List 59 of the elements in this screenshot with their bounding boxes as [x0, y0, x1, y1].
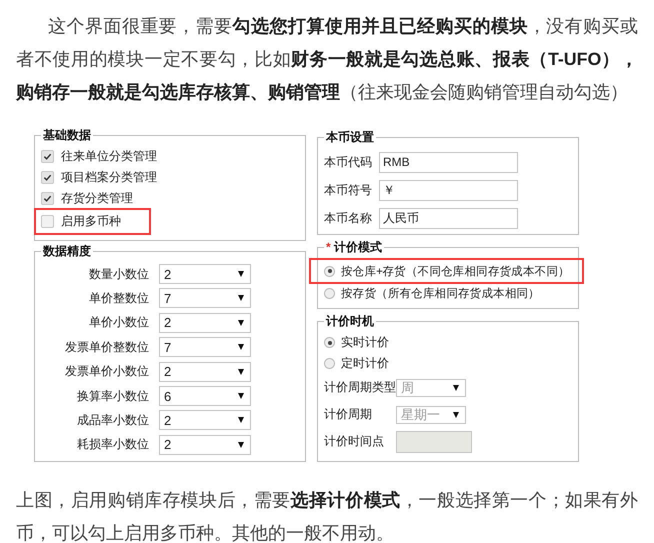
- field-label: 计价周期: [324, 406, 373, 423]
- input-field[interactable]: RMB: [379, 152, 518, 172]
- dropdown[interactable]: 6: [159, 386, 251, 406]
- dropdown[interactable]: 2: [159, 434, 251, 455]
- dropdown-arrow-icon: [238, 417, 244, 424]
- checkbox[interactable]: [41, 192, 54, 205]
- section-title: 计价时机: [324, 313, 375, 330]
- field-label: 换算率小数位: [76, 388, 149, 405]
- field-label: 发票单价整数位: [64, 338, 149, 356]
- dropdown-arrow-icon: [238, 442, 244, 448]
- paragraph: 这个界面很重要，需要勾选您打算使用并且已经购买的模块，没有购买或者不使用的模块一定不要勾，比如财务一般就是勾选总账、报表（T-UFO），购销存一般就是勾选库存核算、购销管理（往来现金会随购销管理自动勾选）: [16, 15, 638, 104]
- radio-label: 实时计价: [341, 334, 389, 351]
- checkbox-label: 存货分类管理: [61, 190, 133, 207]
- radio-label: 按仓库+存货（不同仓库相同存货成本不同）: [341, 264, 570, 278]
- checkbox[interactable]: [41, 215, 54, 228]
- radio-button[interactable]: [324, 288, 335, 299]
- dropdown-arrow-icon: [238, 393, 244, 400]
- field-label: 耗损率小数位: [76, 436, 149, 454]
- dropdown-arrow-icon: [238, 320, 244, 326]
- dropdown-arrow-icon: [238, 344, 244, 350]
- field-label: 数量小数位: [88, 266, 149, 283]
- field-label: 发票单价小数位: [64, 363, 149, 380]
- input-field[interactable]: 人民币: [379, 208, 518, 228]
- paragraph: 上图，启用购销库存模块后，需要选择计价模式，一般选择第一个；如果有外币，可以勾上启用多币种。其他的一般不用动。: [16, 489, 638, 543]
- radio-button[interactable]: [324, 337, 335, 348]
- dropdown[interactable]: 2: [159, 362, 251, 382]
- required-mark: *: [326, 240, 331, 254]
- field-label: 单价整数位: [88, 290, 149, 307]
- dropdown[interactable]: 2: [159, 410, 251, 430]
- section-title: 数据精度: [42, 242, 92, 260]
- checkbox-label: 启用多币种: [61, 213, 121, 230]
- section-title: 计价模式: [334, 240, 382, 254]
- dropdown[interactable]: 2: [159, 312, 251, 333]
- radio-label: 定时计价: [341, 355, 389, 372]
- dropdown-arrow-icon: [453, 412, 459, 418]
- field-label: 本币名称: [324, 210, 373, 226]
- field-label: 成品率小数位: [76, 412, 149, 429]
- section-title: 本币设置: [324, 129, 375, 146]
- radio-label: 按存货（所有仓库相同存货成本相同）: [341, 286, 540, 301]
- checkbox-label: 往来单位分类管理: [61, 148, 157, 165]
- dropdown-arrow-icon: [453, 384, 459, 390]
- field-label: 计价周期类型: [324, 379, 396, 396]
- dropdown[interactable]: 2: [159, 264, 251, 284]
- dropdown-arrow-icon: [238, 368, 244, 375]
- section-title: 基础数据: [42, 127, 92, 144]
- field-label: 本币符号: [324, 182, 373, 198]
- checkbox[interactable]: [41, 150, 54, 163]
- checkbox-label: 项目档案分类管理: [61, 169, 157, 186]
- dropdown[interactable]: 7: [159, 288, 251, 308]
- radio-button[interactable]: [324, 358, 335, 369]
- dropdown[interactable]: 7: [159, 337, 251, 358]
- radio-button[interactable]: [324, 266, 335, 276]
- input-field[interactable]: ￥: [379, 180, 518, 200]
- field-label: 计价时间点: [324, 433, 385, 450]
- checkbox[interactable]: [41, 171, 54, 184]
- field-label: 本币代码: [324, 154, 373, 170]
- dropdown-arrow-icon: [238, 295, 244, 302]
- dropdown-arrow-icon: [238, 271, 244, 278]
- field-label: 单价小数位: [88, 314, 149, 332]
